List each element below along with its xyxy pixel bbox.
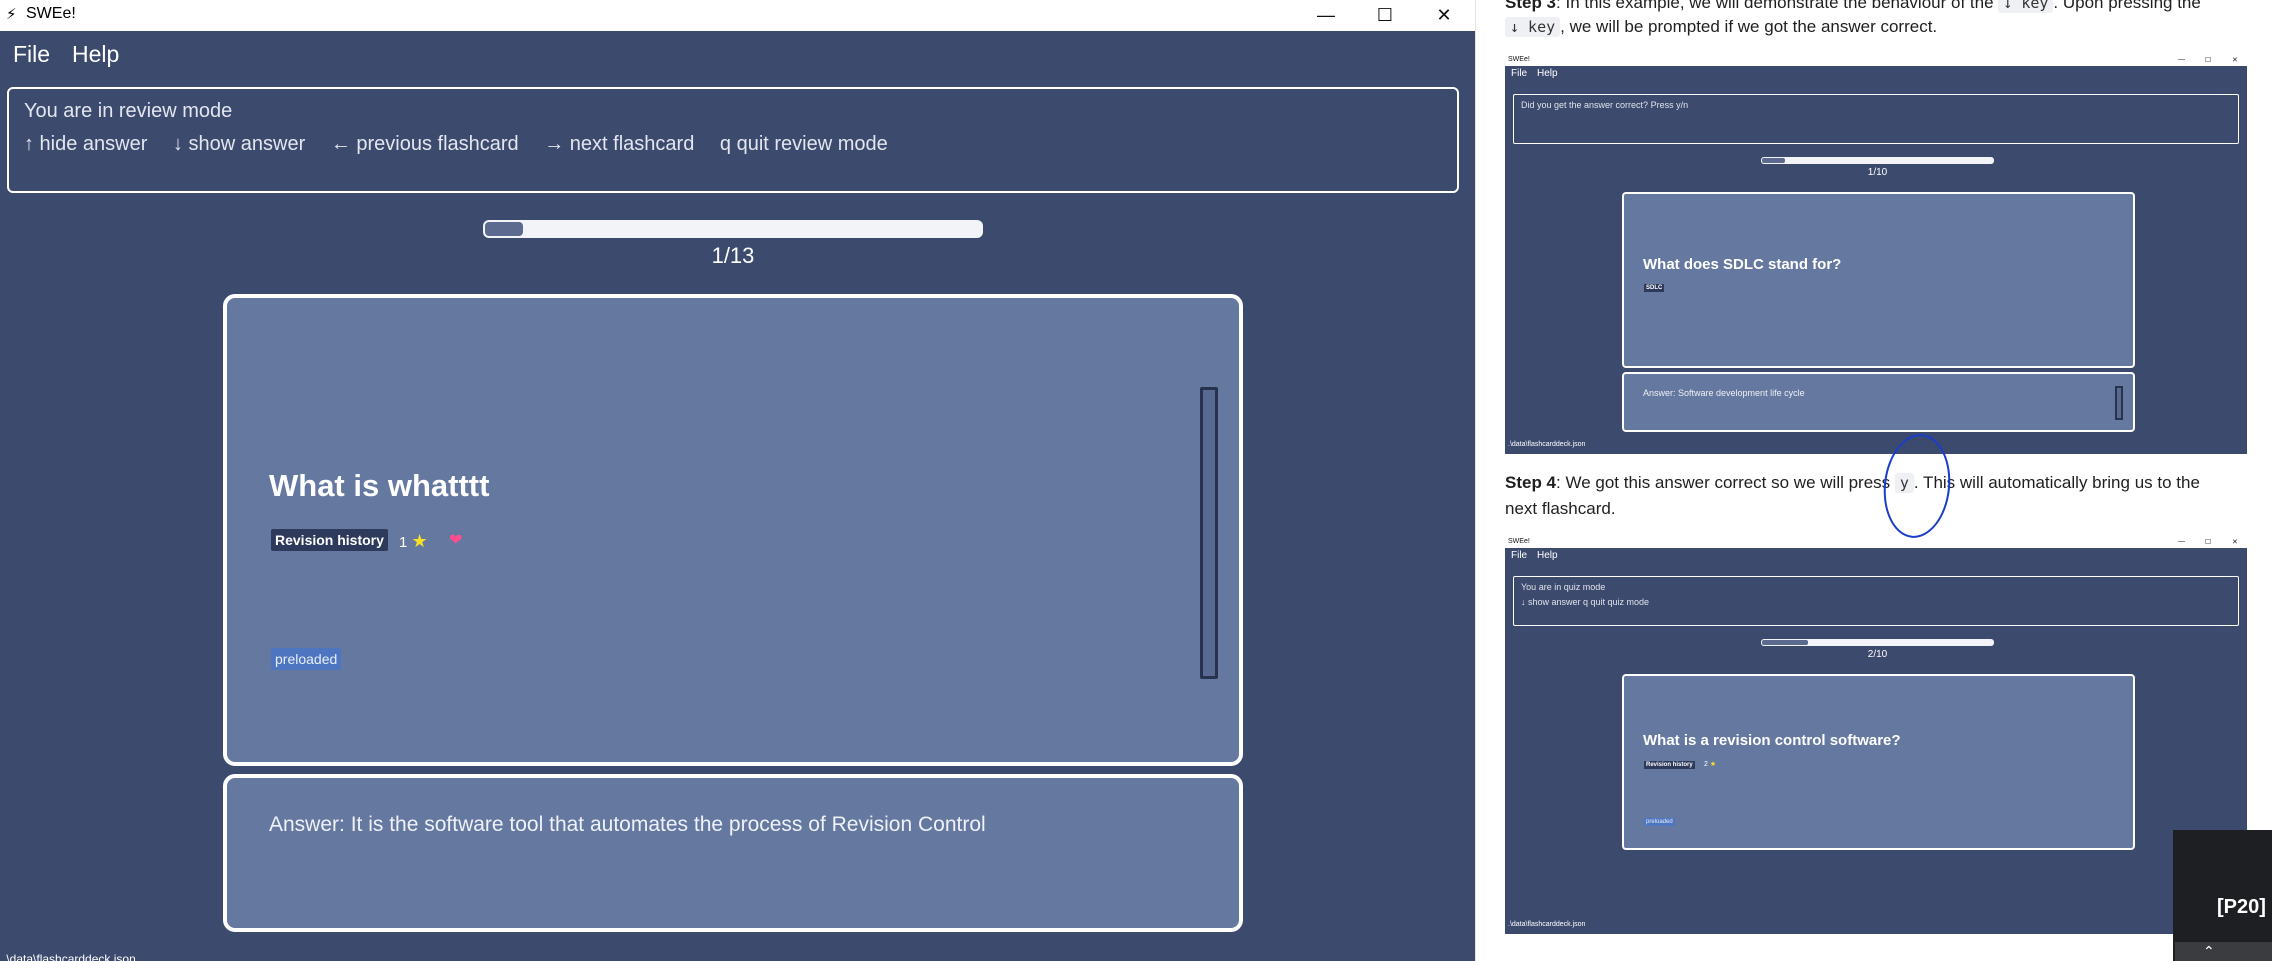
- card-scrollbar[interactable]: [1200, 387, 1218, 679]
- menu-bar: File Help: [0, 31, 1475, 79]
- key-hints: ↑ hide answer ↓ show answer ← previous f…: [24, 133, 908, 156]
- shot1-tag: SDLC: [1644, 284, 1665, 292]
- rating: 1 ★: [399, 531, 428, 552]
- flashcard-answer-card: Answer: It is the software tool that aut…: [223, 774, 1243, 932]
- chevron-up-icon: ⌃: [2203, 943, 2215, 959]
- step4-line1: Step 4: We got this answer correct so we…: [1505, 470, 2200, 496]
- shot2-mode-box: You are in quiz mode ↓ show answer q qui…: [1513, 576, 2239, 626]
- shot1-menu-file: File: [1511, 68, 1528, 79]
- shot1-status-path: .\data\flashcarddeck.json: [1508, 441, 1586, 448]
- shot2-minimize-icon: —: [2178, 538, 2185, 545]
- step3-label: Step 3: [1505, 0, 1557, 12]
- shot2-progress-fill: [1762, 640, 1808, 645]
- shot1-answer-card: Answer: Software development life cycle: [1622, 372, 2135, 432]
- minimize-button[interactable]: —: [1297, 0, 1355, 31]
- shot2-titlebar: SWEe! — ☐ ✕: [1505, 538, 2247, 548]
- shot2-maximize-icon: ☐: [2205, 539, 2212, 546]
- category-tag: Revision history: [271, 529, 388, 551]
- key-down-code: ↓ key: [1998, 0, 2054, 13]
- step4-label: Step 4: [1505, 473, 1557, 492]
- shot1-menu-help: Help: [1537, 68, 1558, 79]
- close-button[interactable]: ✕: [1415, 0, 1473, 31]
- shot2-star-icon: ★: [1709, 761, 1717, 768]
- shot1-titlebar: SWEe! — ☐ ✕: [1505, 56, 2247, 66]
- step4-text-b: . This will automatically bring us to th…: [1913, 473, 2200, 492]
- step3-line2: ↓ key, we will be prompted if we got the…: [1505, 14, 1937, 40]
- shot1-answer: Answer: Software development life cycle: [1643, 388, 1805, 398]
- shot1-question-card: What does SDLC stand for? SDLC: [1622, 192, 2135, 368]
- flashcard-question: What is whatttt: [269, 468, 490, 503]
- shot1-scrollbar: [2115, 386, 2123, 420]
- progress-count: 1/13: [711, 243, 755, 268]
- mode-line: You are in review mode: [24, 100, 233, 122]
- shot2-menu-help: Help: [1537, 550, 1558, 561]
- screenshot-step4: SWEe! — ☐ ✕ File Help You are in quiz mo…: [1505, 538, 2247, 934]
- hint-next-flashcard: → next flashcard: [544, 133, 695, 155]
- shot2-menu-file: File: [1511, 550, 1528, 561]
- progress-bar: [483, 220, 983, 238]
- flashcard-question-card: What is whatttt Revision history 1 ★ ❤ p…: [223, 294, 1243, 766]
- shot1-progress-fill: [1762, 158, 1785, 163]
- shot1-prompt-box: Did you get the answer correct? Press y/…: [1513, 94, 2239, 144]
- popup-bar[interactable]: ⌃: [2175, 942, 2272, 961]
- shot2-progress-count: 2/10: [1867, 649, 1888, 660]
- shot1-progress-bar: [1761, 157, 1994, 164]
- hint-quit-review: q quit review mode: [719, 133, 888, 155]
- progress-fill: [485, 222, 523, 236]
- shot2-question-card: What is a revision control software? Rev…: [1622, 674, 2135, 850]
- shot2-title: SWEe!: [1508, 538, 1530, 545]
- step3-text-c: , we will be prompted if we got the answ…: [1560, 17, 1938, 36]
- step3-text-b: . Upon pressing the: [2053, 0, 2201, 12]
- shot2-status-path: .\data\flashcarddeck.json: [1508, 921, 1586, 928]
- step4-text-a: : We got this answer correct so we will …: [1556, 473, 1895, 492]
- hint-previous-flashcard: ← previous flashcard: [330, 133, 519, 155]
- window-titlebar: ⚡ SWEe! — ☐ ✕: [0, 0, 1475, 31]
- shot1-close-icon: ✕: [2232, 57, 2238, 64]
- menu-file[interactable]: File: [13, 41, 50, 68]
- shot2-rating-value: 2: [1704, 761, 1708, 768]
- shot1-progress-count: 1/10: [1867, 167, 1888, 178]
- popup-text: [P20]: [2217, 896, 2266, 918]
- step4-line2: next flashcard.: [1505, 499, 1616, 518]
- mode-info-box: You are in review mode ↑ hide answer ↓ s…: [7, 87, 1459, 193]
- screenshot-step3: SWEe! — ☐ ✕ File Help Did you get the an…: [1505, 56, 2247, 454]
- shot2-mode-line: You are in quiz mode: [1521, 582, 1606, 592]
- heart-icon: ❤: [449, 532, 463, 549]
- status-bar-path: .\data\flashcarddeck.json: [3, 952, 136, 961]
- window-title: SWEe!: [26, 5, 76, 22]
- hint-show-answer: ↓ show answer: [172, 133, 306, 155]
- swee-app-window: ⚡ SWEe! — ☐ ✕ File Help You are in revie…: [0, 0, 1475, 961]
- rating-value: 1: [399, 534, 408, 551]
- flashcard-answer: Answer: It is the software tool that aut…: [269, 813, 986, 836]
- shot2-hints: ↓ show answer q quit quiz mode: [1521, 597, 1650, 607]
- preloaded-tag: preloaded: [271, 648, 342, 670]
- shot2-preloaded-tag: preloaded: [1644, 818, 1675, 826]
- key-down-code-2: ↓ key: [1505, 17, 1561, 37]
- shot2-question: What is a revision control software?: [1643, 732, 1901, 749]
- maximize-button[interactable]: ☐: [1356, 0, 1414, 31]
- step3-text-a: : In this example, we will demonstrate t…: [1556, 0, 1999, 12]
- shot1-question: What does SDLC stand for?: [1643, 256, 1842, 273]
- shot2-progress-bar: [1761, 639, 1994, 646]
- shot1-minimize-icon: —: [2178, 56, 2185, 63]
- shot1-maximize-icon: ☐: [2205, 57, 2212, 64]
- menu-help[interactable]: Help: [72, 41, 119, 68]
- app-lightning-icon: ⚡: [6, 6, 17, 23]
- maximize-icon: ☐: [1376, 5, 1394, 25]
- hint-hide-answer: ↑ hide answer: [24, 133, 148, 155]
- close-icon: ✕: [1436, 5, 1452, 25]
- shot2-close-icon: ✕: [2232, 539, 2238, 546]
- shot1-prompt: Did you get the answer correct? Press y/…: [1521, 100, 1689, 110]
- user-guide-document: Step 3: In this example, we will demonst…: [1475, 0, 2272, 961]
- shot2-category-tag: Revision history: [1644, 761, 1695, 769]
- minimize-icon: —: [1317, 5, 1335, 25]
- star-icon: ★: [411, 531, 428, 551]
- shot2-rating: 2 ★: [1704, 760, 1716, 768]
- shot1-title: SWEe!: [1508, 56, 1530, 63]
- page-indicator-popup: [P20] ⌃: [2173, 830, 2272, 961]
